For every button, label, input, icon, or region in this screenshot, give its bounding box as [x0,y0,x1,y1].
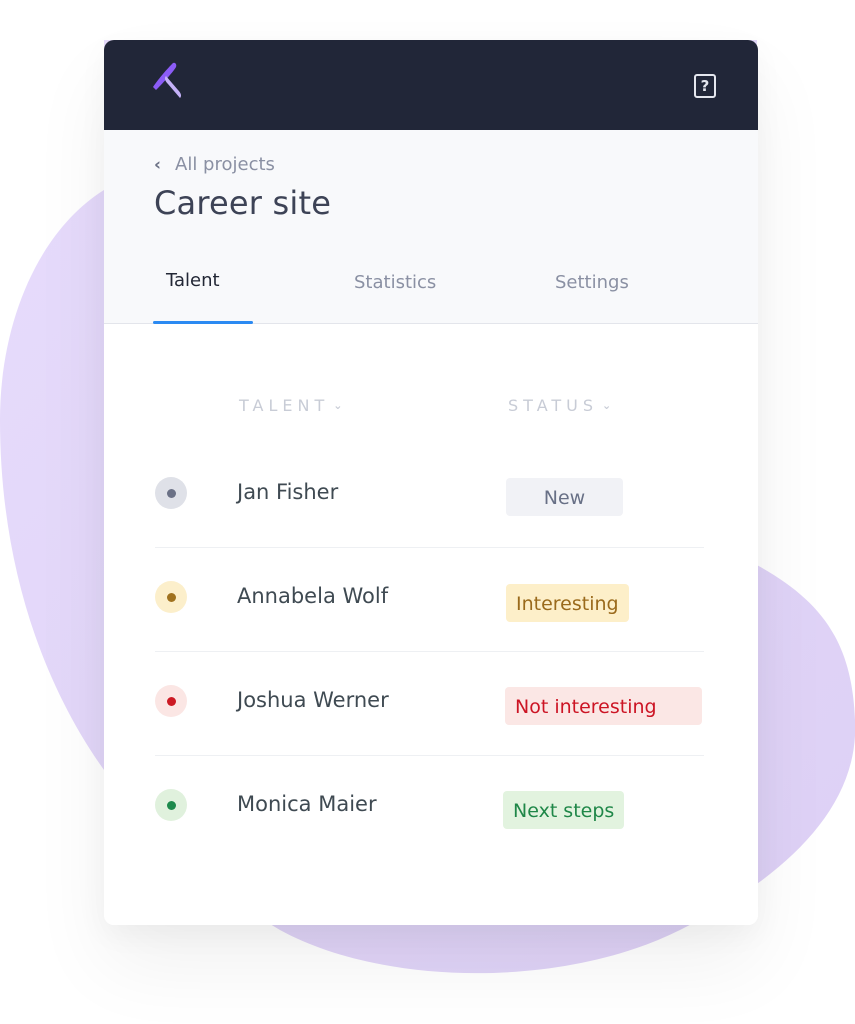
page-title: Career site [154,184,332,222]
table-row[interactable]: Joshua Werner Not interesting [155,651,704,756]
talent-name[interactable]: Monica Maier [237,792,377,816]
tab-talent[interactable]: Talent [166,270,220,291]
column-header-label: STATUS [508,396,599,415]
status-badge[interactable]: New [506,478,623,516]
breadcrumb-back-link[interactable]: ‹ All projects [154,154,275,175]
app-card: ? ‹ All projects Career site Talent Stat… [104,40,758,925]
talent-name[interactable]: Joshua Werner [237,688,389,712]
status-dot-icon [155,477,187,509]
chevron-down-icon: ⌄ [333,399,343,412]
chevron-left-icon: ‹ [154,154,162,175]
status-dot-icon [155,685,187,717]
table-row[interactable]: Annabela Wolf Interesting [155,547,704,652]
tab-bar: Talent Statistics Settings [104,262,758,324]
status-badge[interactable]: Next steps [503,791,625,829]
active-tab-indicator [153,321,253,324]
table-row[interactable]: Jan Fisher New [155,443,704,548]
status-badge[interactable]: Not interesting [505,687,702,725]
status-dot-icon [155,789,187,821]
brand-logo-icon[interactable] [150,60,198,110]
table-row[interactable]: Monica Maier Next steps [155,755,704,859]
chevron-down-icon: ⌄ [602,399,612,412]
status-dot-icon [155,581,187,613]
column-header-status[interactable]: STATUS ⌄ [508,396,611,415]
help-button[interactable]: ? [694,74,716,98]
project-header: ‹ All projects Career site Talent Statis… [104,130,758,324]
back-link-label: All projects [175,154,275,175]
column-header-label: TALENT [239,396,330,415]
column-header-talent[interactable]: TALENT ⌄ [239,396,342,415]
top-navigation-bar: ? [104,40,758,130]
talent-name[interactable]: Annabela Wolf [237,584,388,608]
status-badge[interactable]: Interesting [506,584,629,622]
tab-settings[interactable]: Settings [555,272,629,293]
help-square-icon: ? [700,77,710,95]
talent-name[interactable]: Jan Fisher [237,480,338,504]
tab-statistics[interactable]: Statistics [354,272,436,293]
